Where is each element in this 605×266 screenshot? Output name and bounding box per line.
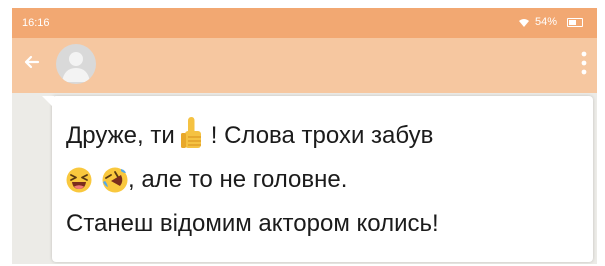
message-bubble[interactable]: Друже, ти ! Слова трохи забув , але то н… bbox=[42, 96, 593, 262]
thumbs-up-icon bbox=[180, 117, 201, 148]
message-text-1b: ! Слова трохи забув bbox=[210, 122, 434, 149]
phone-screen: 16:16 54% Друже, ти ! Слова трохи забув … bbox=[12, 8, 597, 264]
message-text-1a: Друже, ти bbox=[66, 122, 175, 149]
message-text-2: , але то не головне. bbox=[128, 166, 348, 193]
status-bar: 16:16 54% bbox=[12, 8, 597, 38]
message-text-3: Станеш відомим актором колись! bbox=[66, 210, 439, 237]
battery-icon bbox=[567, 17, 583, 27]
status-icons: 54% bbox=[518, 16, 583, 28]
back-arrow-icon[interactable] bbox=[22, 52, 42, 72]
message-line-3: Станеш відомим актором колись! bbox=[66, 202, 583, 246]
message-line-2: , але то не головне. bbox=[66, 158, 583, 202]
wifi-icon bbox=[518, 18, 529, 27]
bubble-tail bbox=[42, 96, 54, 108]
battery-percent: 54% bbox=[534, 16, 557, 28]
chat-header bbox=[12, 38, 597, 93]
rolling-laughing-face-icon bbox=[102, 167, 128, 193]
more-vert-icon[interactable] bbox=[581, 50, 587, 76]
laughing-face-icon bbox=[66, 167, 92, 193]
contact-avatar[interactable] bbox=[56, 44, 96, 84]
message-line-1: Друже, ти ! Слова трохи забув bbox=[66, 114, 583, 158]
status-time: 16:16 bbox=[22, 17, 50, 29]
person-icon bbox=[62, 52, 90, 82]
